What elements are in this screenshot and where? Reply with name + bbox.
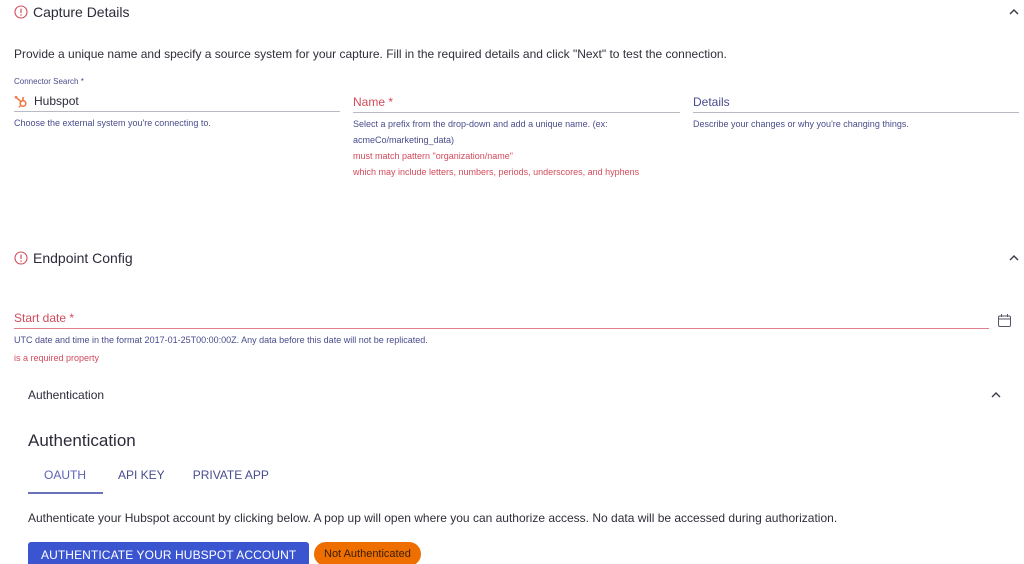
authentication-section-label[interactable]: Authentication bbox=[28, 388, 104, 402]
section-title: Endpoint Config bbox=[33, 250, 133, 266]
capture-details-header[interactable]: Capture Details bbox=[14, 4, 1010, 20]
error-circle-icon bbox=[14, 251, 28, 265]
authenticate-hubspot-button[interactable]: AUTHENTICATE YOUR HUBSPOT ACCOUNT bbox=[28, 542, 310, 564]
connector-search-label: Connector Search * bbox=[14, 77, 84, 86]
details-helper: Describe your changes or why you're chan… bbox=[693, 119, 909, 129]
name-error-line1: must match pattern "organization/name" bbox=[353, 151, 513, 161]
name-field: Name * Select a prefix from the drop-dow… bbox=[353, 91, 680, 180]
details-input[interactable]: Details bbox=[693, 91, 1019, 113]
tab-oauth[interactable]: OAuth bbox=[44, 462, 86, 488]
start-date-label: Start date * bbox=[14, 310, 75, 325]
active-tab-indicator bbox=[28, 492, 103, 494]
auth-status-chip: Not Authenticated bbox=[314, 542, 421, 564]
error-circle-icon bbox=[14, 5, 28, 19]
chevron-up-icon[interactable] bbox=[990, 391, 1002, 399]
start-date-error: is a required property bbox=[14, 353, 100, 363]
chevron-up-icon[interactable] bbox=[1008, 8, 1020, 16]
connector-search-helper: Choose the external system you're connec… bbox=[14, 118, 211, 128]
endpoint-config-header[interactable]: Endpoint Config bbox=[14, 250, 1010, 266]
name-input[interactable]: Name * bbox=[353, 91, 680, 113]
auth-tabs: OAuth API Key Private App bbox=[28, 462, 269, 488]
start-date-helper: UTC date and time in the format 2017-01-… bbox=[14, 335, 428, 345]
chevron-up-icon[interactable] bbox=[1008, 254, 1020, 262]
start-date-input[interactable]: Start date * bbox=[14, 307, 989, 329]
capture-intro-text: Provide a unique name and specify a sour… bbox=[14, 47, 727, 61]
name-helper: Select a prefix from the drop-down and a… bbox=[353, 119, 608, 145]
auth-description: Authenticate your Hubspot account by cli… bbox=[28, 511, 838, 525]
calendar-icon[interactable] bbox=[997, 313, 1012, 328]
details-field: Details Describe your changes or why you… bbox=[693, 91, 1019, 132]
hubspot-logo-icon bbox=[14, 95, 27, 108]
start-date-field: Start date * UTC date and time in the fo… bbox=[14, 307, 989, 366]
details-label: Details bbox=[693, 94, 730, 109]
connector-search-value: Hubspot bbox=[34, 93, 79, 108]
tab-api-key[interactable]: API Key bbox=[118, 462, 165, 488]
section-title: Capture Details bbox=[33, 4, 130, 20]
tab-private-app[interactable]: Private App bbox=[193, 462, 269, 488]
authentication-title: Authentication bbox=[28, 431, 136, 450]
name-error-line2: which may include letters, numbers, peri… bbox=[353, 167, 640, 177]
connector-search-input[interactable]: Hubspot bbox=[14, 90, 340, 112]
connector-search-field: Connector Search * Hubspot Choose the ex… bbox=[14, 77, 340, 131]
name-label: Name * bbox=[353, 94, 394, 109]
